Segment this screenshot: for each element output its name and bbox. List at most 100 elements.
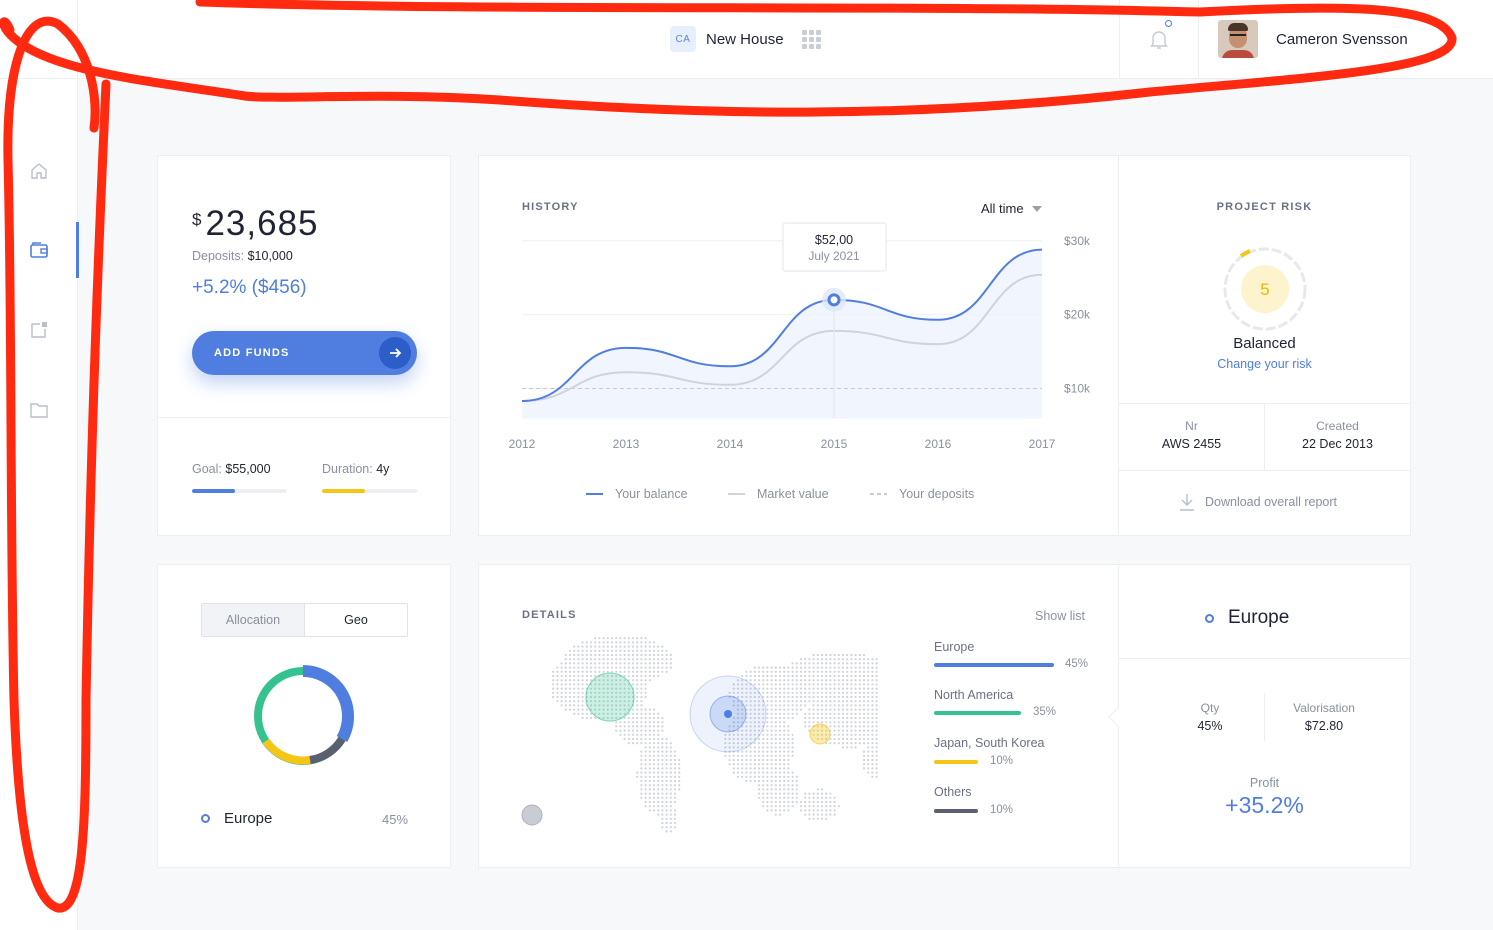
change-risk-link[interactable]: Change your risk <box>1119 357 1410 371</box>
deposits: Deposits: $10,000 <box>192 249 293 263</box>
y-tick-label: $10k <box>1064 381 1091 395</box>
balance-card: $ 23,685 Deposits: $10,000 +5.2% ($456) … <box>157 155 451 536</box>
y-tick-label: $20k <box>1064 308 1091 322</box>
add-funds-button[interactable]: ADD FUNDS <box>192 331 417 375</box>
region-bar <box>934 809 978 813</box>
add-funds-label: ADD FUNDS <box>214 347 290 359</box>
x-tick-label: 2014 <box>717 437 744 451</box>
balance-change: +5.2% ($456) <box>192 277 307 298</box>
region-bar <box>934 663 1054 667</box>
project-name: New House <box>706 30 784 48</box>
legend-label: Your balance <box>615 487 688 501</box>
tooltip-box <box>782 222 887 272</box>
legend-deposits: Your deposits <box>870 487 974 501</box>
region-pct: 10% <box>990 804 1014 816</box>
risk-gauge: 5 <box>1223 247 1307 331</box>
profit-value: +35.2% <box>1225 792 1304 818</box>
goal-progress <box>192 489 287 493</box>
region-panel: Europe Qty 45% Valorisation $72.80 Profit +… <box>1108 564 1411 868</box>
goal-value: $55,000 <box>225 462 271 476</box>
risk-score: 5 <box>1260 280 1269 299</box>
region-name: Europe <box>934 640 975 654</box>
history-chart: $30k $20k $10k 2012 2013 2014 2015 2016 2017 $52,… <box>509 222 1091 451</box>
tab-allocation[interactable]: Allocation <box>202 604 305 636</box>
region-name: North America <box>934 688 1014 702</box>
created-stat: Created 22 Dec 2013 <box>1265 419 1410 451</box>
logo-area <box>0 0 78 79</box>
hover-point <box>827 293 841 307</box>
x-tick-label: 2017 <box>1029 437 1056 451</box>
allocation-toggle: Allocation Geo <box>201 603 408 637</box>
sidebar-item-home[interactable] <box>0 141 78 201</box>
balance-value: 23,685 <box>205 204 319 243</box>
download-report-link[interactable]: Download overall report <box>1179 493 1337 511</box>
x-tick-label: 2012 <box>509 437 536 451</box>
region-bubble-japan <box>809 723 831 745</box>
currency-symbol: $ <box>192 210 202 229</box>
region-name: Others <box>934 785 972 799</box>
region-legend: Europe <box>201 810 272 827</box>
created-label: Created <box>1316 419 1359 433</box>
region-pct: 10% <box>990 755 1014 767</box>
x-tick-label: 2015 <box>821 437 848 451</box>
world-map <box>521 637 878 833</box>
region-dot-icon <box>201 814 210 823</box>
duration-progress <box>322 489 417 493</box>
duration-value: 4y <box>376 462 390 476</box>
region-bar <box>934 760 978 764</box>
legend-label: Market value <box>757 487 829 501</box>
tooltip-date: July 2021 <box>808 249 860 263</box>
x-tick-label: 2013 <box>613 437 640 451</box>
nr-label: Nr <box>1185 419 1198 433</box>
divider <box>158 417 450 418</box>
arrow-right-icon <box>379 337 411 369</box>
region-name: Japan, South Korea <box>934 736 1045 750</box>
legend-market: Market value <box>728 487 829 501</box>
region-bar <box>934 711 1021 715</box>
region-bubble-north-america <box>585 672 635 722</box>
valorisation-value: $72.80 <box>1304 719 1344 733</box>
tooltip-value: $52,00 <box>815 233 853 247</box>
goal-label: Goal: <box>192 462 222 476</box>
profit: Profit +35.2% <box>1119 776 1410 819</box>
deposits-value: $10,000 <box>247 249 293 263</box>
region-name: Europe <box>224 810 273 827</box>
apps-grid-icon[interactable] <box>801 29 821 49</box>
sidebar <box>0 79 79 930</box>
region-point-europe <box>724 710 732 718</box>
sidebar-item-folder[interactable] <box>0 380 78 440</box>
download-icon <box>1180 494 1194 511</box>
bell-icon <box>1150 30 1168 49</box>
profit-label: Profit <box>1249 776 1280 790</box>
sidebar-item-portfolio[interactable] <box>0 220 79 280</box>
region-dot-icon <box>1205 613 1214 623</box>
notifications-button[interactable] <box>1119 0 1199 79</box>
download-label: Download overall report <box>1205 495 1338 509</box>
goal: Goal: $55,000 <box>192 462 271 476</box>
tab-geo[interactable]: Geo <box>305 604 407 636</box>
region-pct: 35% <box>1033 706 1057 718</box>
region-name: Europe <box>1228 607 1290 628</box>
home-icon <box>31 163 47 179</box>
nr-value: AWS 2455 <box>1161 437 1222 451</box>
user-menu[interactable]: Cameron Svensson <box>1218 20 1408 58</box>
region-pct: 45% <box>1065 658 1089 670</box>
region-heading: Europe <box>1205 607 1289 629</box>
risk-card: PROJECT RISK 5 Balanced Change your risk… <box>1118 155 1411 536</box>
legend-label: Your deposits <box>899 487 975 501</box>
details-card: DETAILS Show list Europe 45% North Ameri… <box>478 564 1119 868</box>
top-bar: CA New House Cameron Svensson <box>0 0 1493 79</box>
sidebar-item-reports[interactable] <box>0 300 78 360</box>
wallet-icon <box>30 242 48 258</box>
legend-balance: Your balance <box>586 487 688 501</box>
show-list-link[interactable]: Show list <box>1035 609 1085 623</box>
allocation-card: Allocation Geo Europe 45% <box>157 564 451 868</box>
project-switcher[interactable]: CA New House <box>670 26 821 52</box>
region-bubble-others <box>521 804 543 826</box>
reports-icon <box>31 322 47 338</box>
created-value: 22 Dec 2013 <box>1302 437 1373 451</box>
y-tick-label: $30k <box>1064 234 1091 248</box>
risk-title: PROJECT RISK <box>1216 201 1313 213</box>
risk-level: Balanced <box>1233 335 1296 352</box>
folder-icon <box>30 403 48 418</box>
